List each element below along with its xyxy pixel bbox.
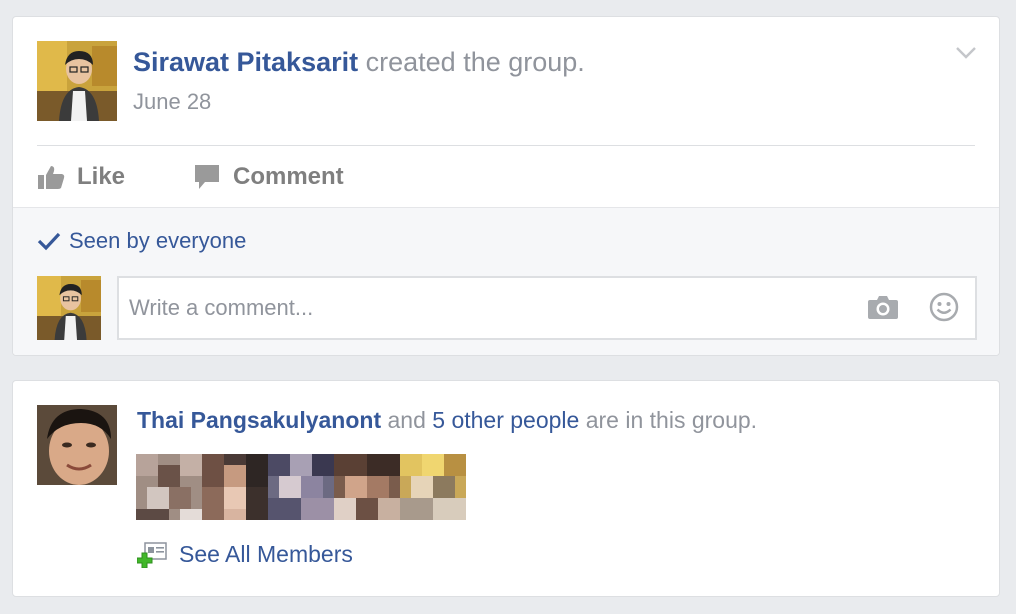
current-user-avatar[interactable] [37, 276, 101, 340]
comment-input[interactable]: Write a comment... [117, 276, 977, 340]
post-headline: Sirawat Pitaksarit created the group. [133, 47, 585, 78]
see-all-members-label: See All Members [179, 541, 353, 567]
group-members-card: Thai Pangsakulyanont and 5 other people … [12, 380, 1000, 597]
speech-bubble-icon [195, 165, 219, 189]
member-thumbnails [136, 451, 466, 523]
comment-label: Comment [233, 163, 344, 190]
like-button[interactable]: Like [37, 159, 125, 195]
comment-button[interactable]: Comment [193, 159, 344, 195]
other-members-link[interactable]: 5 other people [432, 407, 579, 433]
member-thumbnail[interactable] [202, 451, 268, 523]
seen-text: Seen by everyone [69, 228, 247, 253]
author-name-link[interactable]: Sirawat Pitaksarit [133, 47, 358, 77]
member-thumbnail[interactable] [268, 451, 334, 523]
author-avatar[interactable] [37, 41, 117, 121]
group-created-post: Sirawat Pitaksarit created the group. Ju… [12, 16, 1000, 356]
members-suffix-text: are in this group. [585, 407, 758, 433]
divider [37, 145, 975, 146]
member-thumbnail[interactable] [400, 451, 466, 523]
like-label: Like [77, 163, 126, 190]
thumbs-up-icon [38, 166, 65, 189]
checkmark-icon [37, 232, 61, 251]
see-all-members-link[interactable]: See All Members [137, 541, 353, 568]
member-thumbnail[interactable] [136, 451, 202, 523]
and-text: and [387, 407, 426, 433]
post-action-text: created the group. [365, 47, 585, 77]
smiley-icon[interactable] [929, 292, 959, 327]
camera-icon[interactable] [867, 294, 899, 325]
chevron-down-icon[interactable] [955, 45, 977, 61]
comment-placeholder: Write a comment... [129, 295, 314, 320]
members-summary: Thai Pangsakulyanont and 5 other people … [137, 407, 757, 434]
post-timestamp[interactable]: June 28 [133, 89, 211, 115]
member-avatar[interactable] [37, 405, 117, 485]
seen-indicator[interactable]: Seen by everyone [37, 228, 246, 254]
add-member-icon [137, 541, 167, 568]
member-thumbnail[interactable] [334, 451, 400, 523]
member-name-link[interactable]: Thai Pangsakulyanont [137, 407, 381, 433]
comment-section: Seen by everyone Write a comment... [13, 207, 999, 355]
